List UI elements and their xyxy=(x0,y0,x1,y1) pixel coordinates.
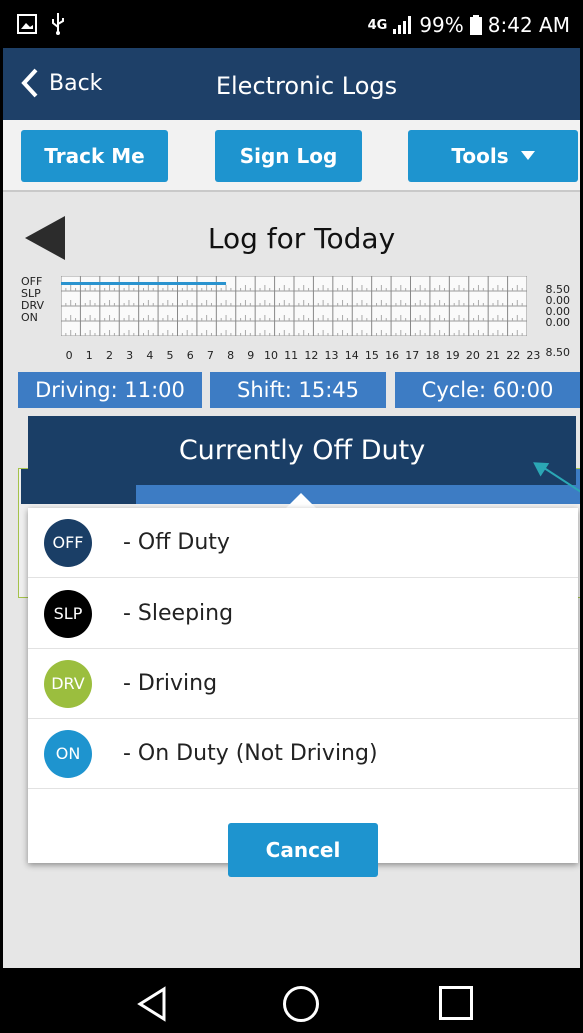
driving-icon: DRV xyxy=(44,659,92,708)
hour-label: 23 xyxy=(526,349,541,362)
cycle-total: Cycle: 60:00 xyxy=(395,372,580,408)
hour-label: 14 xyxy=(344,349,359,362)
track-me-label: Track Me xyxy=(44,144,145,168)
hour-label: 3 xyxy=(126,349,134,362)
hour-label: 5 xyxy=(166,349,174,362)
nav-back-icon[interactable] xyxy=(136,986,168,1022)
log-grid-chart xyxy=(61,276,527,336)
hour-labels: 0 1 2 3 4 5 6 7 8 9 10 11 12 13 14 15 16 17 18 19 20 21 22 23 xyxy=(59,349,544,362)
log-header: Log for Today xyxy=(3,208,580,268)
hour-label: 12 xyxy=(304,349,319,362)
android-nav-bar xyxy=(3,968,580,1030)
title-bar: Back Electronic Logs xyxy=(3,48,580,120)
grand-total: 8.50 xyxy=(545,346,571,359)
option-on-duty[interactable]: ON - On Duty (Not Driving) xyxy=(28,719,578,789)
hour-label: 15 xyxy=(364,349,379,362)
on-duty-icon: ON xyxy=(44,729,92,778)
caret-down-icon xyxy=(520,151,535,160)
row-label-on: ON xyxy=(21,311,38,324)
track-me-button[interactable]: Track Me xyxy=(21,130,168,182)
hour-label: 13 xyxy=(324,349,339,362)
hour-label: 22 xyxy=(506,349,521,362)
cancel-button[interactable]: Cancel xyxy=(228,823,378,877)
option-driving[interactable]: DRV - Driving xyxy=(28,649,578,719)
hour-label: 17 xyxy=(405,349,420,362)
log-grid: OFF SLP DRV ON 8.50 0.00 0.00 0.00 01234… xyxy=(3,268,580,368)
hour-label: 16 xyxy=(385,349,400,362)
sleeping-icon: SLP xyxy=(44,589,92,638)
hour-label: 21 xyxy=(486,349,501,362)
hour-label: 20 xyxy=(465,349,480,362)
sign-log-button[interactable]: Sign Log xyxy=(215,130,362,182)
status-right-icons: 4G 99% 8:42 AM xyxy=(368,13,570,37)
tools-button[interactable]: Tools xyxy=(408,130,578,182)
hour-label: 19 xyxy=(445,349,460,362)
toolbar: Track Me Sign Log Tools xyxy=(3,120,580,192)
tools-label: Tools xyxy=(451,144,509,168)
grid-row-totals: 8.50 0.00 0.00 0.00 xyxy=(546,284,571,328)
app-frame: 4G 99% 8:42 AM Back Electronic Logs Trac… xyxy=(0,0,583,1033)
log-title: Log for Today xyxy=(207,222,396,255)
hour-label: 6 xyxy=(186,349,194,362)
battery-icon xyxy=(469,15,482,35)
hour-label: 0 xyxy=(65,349,73,362)
off-duty-icon: OFF xyxy=(44,518,92,567)
shift-total: Shift: 15:45 xyxy=(210,372,386,408)
option-label: - Sleeping xyxy=(123,601,234,626)
hour-label: 9 xyxy=(247,349,255,362)
hour-label: 7 xyxy=(206,349,214,362)
hour-label: 11 xyxy=(284,349,299,362)
hour-label: 10 xyxy=(263,349,278,362)
row-total-on: 0.00 xyxy=(545,316,571,329)
hour-label: 2 xyxy=(105,349,113,362)
current-status-button[interactable]: Currently Off Duty xyxy=(28,416,576,485)
status-popup: OFF - Off Duty SLP - Sleeping DRV - Driv… xyxy=(28,508,578,877)
option-off-duty[interactable]: OFF - Off Duty xyxy=(28,508,578,578)
nav-home-icon[interactable] xyxy=(283,986,319,1022)
driving-total: Driving: 11:00 xyxy=(18,372,202,408)
hour-label: 4 xyxy=(146,349,154,362)
grid-row-labels: OFF SLP DRV ON xyxy=(21,276,44,324)
sign-log-label: Sign Log xyxy=(239,144,338,168)
hour-label: 1 xyxy=(85,349,93,362)
network-indicator: 4G xyxy=(367,17,388,33)
hours-summary: Driving: 11:00 Shift: 15:45 Cycle: 60:00 xyxy=(18,372,580,410)
usb-icon xyxy=(52,13,64,35)
page-title: Electronic Logs xyxy=(215,72,398,100)
battery-percent: 99% xyxy=(419,13,464,37)
option-label: - On Duty (Not Driving) xyxy=(123,741,378,766)
option-sleeping[interactable]: SLP - Sleeping xyxy=(28,579,578,649)
hour-label: 8 xyxy=(227,349,235,362)
nav-recent-apps-icon[interactable] xyxy=(439,986,473,1020)
image-icon xyxy=(17,14,37,34)
signal-icon xyxy=(393,16,412,34)
option-label: - Driving xyxy=(123,671,218,696)
option-label: - Off Duty xyxy=(123,530,230,555)
clock: 8:42 AM xyxy=(487,13,570,37)
status-bar: 4G 99% 8:42 AM xyxy=(3,3,580,48)
popup-caret xyxy=(285,493,317,509)
hour-label: 18 xyxy=(425,349,440,362)
status-left-icons xyxy=(17,13,65,35)
